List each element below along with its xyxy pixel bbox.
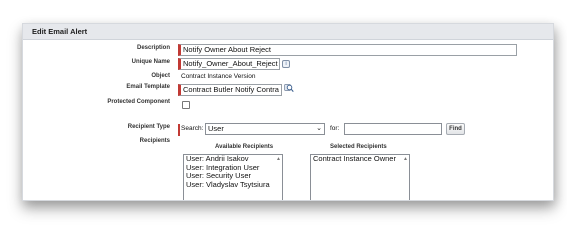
scroll-up-icon[interactable]: ▲ bbox=[276, 156, 281, 162]
lookup-icon[interactable] bbox=[284, 83, 294, 93]
selected-recipients-list[interactable]: Contract Instance Owner ▲ bbox=[310, 154, 410, 200]
protected-component-label: Protected Component bbox=[107, 99, 170, 105]
available-recipients-title: Available Recipients bbox=[215, 144, 274, 150]
unique-name-input[interactable]: Notify_Owner_About_Reject bbox=[178, 58, 280, 70]
recipient-type-label: Recipient Type bbox=[127, 124, 170, 130]
panel-title: Edit Email Alert bbox=[23, 24, 553, 40]
list-item[interactable]: User: Vladyslav Tsytsiura bbox=[184, 180, 282, 190]
object-label: Object bbox=[151, 73, 170, 79]
recipient-type-select[interactable]: User ⌄ bbox=[205, 123, 325, 135]
object-value: Contract Instance Version bbox=[181, 73, 256, 80]
description-input[interactable]: Notify Owner About Reject bbox=[178, 44, 517, 56]
for-search-input[interactable] bbox=[344, 123, 442, 135]
recipient-type-selected: User bbox=[208, 124, 224, 133]
screenshot-canvas: Edit Email Alert Description Notify Owne… bbox=[0, 0, 567, 235]
recipients-label: Recipients bbox=[139, 138, 170, 144]
for-label: for: bbox=[330, 125, 340, 132]
search-label: Search: bbox=[181, 125, 204, 132]
available-recipients-list[interactable]: User: Andrii Isakov User: Integration Us… bbox=[183, 154, 283, 200]
email-template-input[interactable]: Contract Butler Notify Contra bbox=[178, 84, 282, 96]
list-item[interactable]: Contract Instance Owner bbox=[311, 155, 409, 164]
protected-component-checkbox[interactable] bbox=[182, 101, 190, 109]
scroll-up-icon[interactable]: ▲ bbox=[403, 156, 408, 162]
chevron-down-icon: ⌄ bbox=[316, 125, 322, 132]
selected-recipients-title: Selected Recipients bbox=[330, 144, 387, 150]
unique-name-label: Unique Name bbox=[131, 59, 170, 65]
email-template-label: Email Template bbox=[126, 84, 170, 90]
required-marker bbox=[178, 124, 180, 136]
edit-email-alert-panel: Edit Email Alert Description Notify Owne… bbox=[22, 23, 554, 201]
info-icon[interactable]: i bbox=[282, 60, 290, 68]
find-button[interactable]: Find bbox=[446, 123, 465, 135]
description-label: Description bbox=[136, 45, 170, 51]
